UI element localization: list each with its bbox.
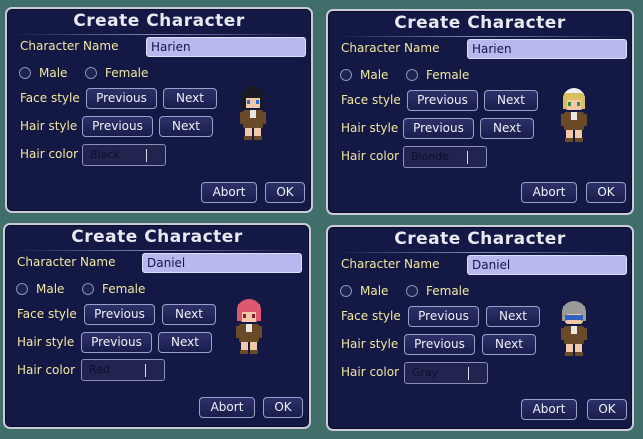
hair-previous-button[interactable]: Previous (82, 116, 153, 137)
female-radio[interactable] (85, 67, 97, 79)
abort-button[interactable]: Abort (521, 399, 577, 420)
hair-color-select[interactable]: Blonde (403, 146, 487, 168)
dialog-title: Create Character (73, 11, 245, 31)
hair-style-label: Hair style (341, 121, 399, 135)
male-radio[interactable] (340, 285, 352, 297)
hair-previous-button[interactable]: Previous (404, 334, 475, 355)
female-radio[interactable] (82, 283, 94, 295)
character-name-label: Character Name (341, 41, 440, 55)
ok-button[interactable]: OK (586, 182, 626, 203)
title-divider (13, 34, 305, 35)
hair-color-label: Hair color (20, 147, 79, 161)
female-label: Female (102, 282, 146, 296)
select-divider (146, 149, 147, 162)
hair-style-label: Hair style (17, 335, 75, 349)
select-divider (145, 364, 146, 377)
hair-color-label: Hair color (17, 363, 76, 377)
female-label: Female (426, 68, 470, 82)
character-preview (561, 301, 587, 356)
hair-style-label: Hair style (20, 119, 78, 133)
hair-color-value: Black (90, 148, 120, 161)
face-style-label: Face style (341, 309, 401, 323)
create-character-dialog-3: Create Character Character Name Daniel M… (3, 223, 311, 429)
create-character-dialog-4: Create Character Character Name Daniel M… (326, 225, 634, 431)
female-radio[interactable] (406, 285, 418, 297)
ok-button[interactable]: OK (263, 397, 303, 418)
hair-previous-button[interactable]: Previous (403, 118, 474, 139)
hair-color-select[interactable]: Black (82, 144, 166, 166)
male-label: Male (36, 282, 65, 296)
abort-button[interactable]: Abort (199, 397, 255, 418)
face-style-label: Face style (341, 93, 401, 107)
select-divider (468, 367, 469, 380)
hair-color-select[interactable]: Red (81, 359, 165, 381)
dialog-title: Create Character (394, 229, 566, 249)
character-preview (240, 86, 266, 140)
hair-color-value: Gray (412, 366, 439, 379)
character-name-input[interactable]: Daniel (142, 253, 302, 273)
male-radio[interactable] (340, 69, 352, 81)
character-name-label: Character Name (20, 39, 119, 53)
face-next-button[interactable]: Next (486, 306, 540, 327)
female-label: Female (426, 284, 470, 298)
hair-next-button[interactable]: Next (158, 332, 212, 353)
female-label: Female (105, 66, 149, 80)
face-previous-button[interactable]: Previous (84, 304, 155, 325)
face-next-button[interactable]: Next (162, 304, 216, 325)
face-style-label: Face style (20, 91, 80, 105)
dialog-title: Create Character (71, 227, 243, 247)
ok-button[interactable]: OK (587, 399, 627, 420)
hair-color-value: Blonde (411, 150, 450, 163)
face-next-button[interactable]: Next (163, 88, 217, 109)
face-previous-button[interactable]: Previous (407, 90, 478, 111)
title-divider (334, 252, 626, 253)
character-preview (236, 299, 262, 354)
abort-button[interactable]: Abort (201, 182, 257, 203)
create-character-dialog-1: Create Character Character Name Harien M… (5, 7, 313, 213)
hair-color-label: Hair color (341, 149, 400, 163)
ok-button[interactable]: OK (265, 182, 305, 203)
abort-button[interactable]: Abort (521, 182, 577, 203)
character-name-label: Character Name (17, 255, 116, 269)
face-previous-button[interactable]: Previous (408, 306, 479, 327)
create-character-dialog-2: Create Character Character Name Harien M… (326, 9, 634, 215)
hair-color-select[interactable]: Gray (404, 362, 488, 384)
character-preview (561, 88, 587, 142)
hair-color-value: Red (89, 363, 110, 376)
hair-previous-button[interactable]: Previous (81, 332, 152, 353)
hair-style-label: Hair style (341, 337, 399, 351)
title-divider (334, 36, 626, 37)
select-divider (467, 151, 468, 164)
male-label: Male (360, 68, 389, 82)
face-previous-button[interactable]: Previous (86, 88, 157, 109)
male-label: Male (39, 66, 68, 80)
face-style-label: Face style (17, 307, 77, 321)
male-radio[interactable] (16, 283, 28, 295)
male-radio[interactable] (19, 67, 31, 79)
character-name-input[interactable]: Daniel (467, 255, 627, 275)
hair-next-button[interactable]: Next (480, 118, 534, 139)
face-next-button[interactable]: Next (484, 90, 538, 111)
hair-color-label: Hair color (341, 365, 400, 379)
hair-next-button[interactable]: Next (482, 334, 536, 355)
female-radio[interactable] (406, 69, 418, 81)
title-divider (11, 250, 303, 251)
dialog-title: Create Character (394, 13, 566, 33)
male-label: Male (360, 284, 389, 298)
character-name-label: Character Name (341, 257, 440, 271)
hair-next-button[interactable]: Next (159, 116, 213, 137)
character-name-input[interactable]: Harien (146, 37, 306, 57)
character-name-input[interactable]: Harien (467, 39, 627, 59)
